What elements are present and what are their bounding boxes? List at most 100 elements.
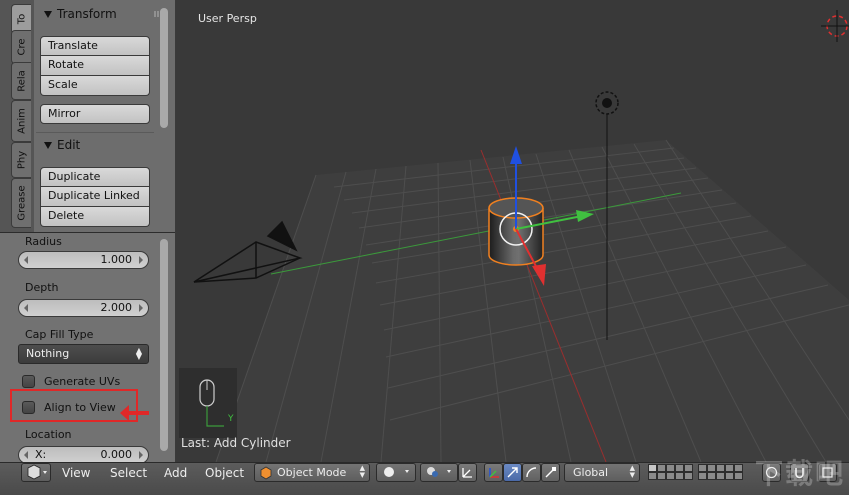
scale-manipulator-button[interactable]: [541, 463, 560, 482]
tool-shelf-scrollbar[interactable]: [160, 8, 168, 128]
axis-icon: [489, 468, 499, 478]
generate-uvs-checkbox[interactable]: [22, 375, 35, 388]
object-mode-icon: [260, 466, 272, 480]
radius-label: Radius: [25, 235, 62, 248]
increment-arrow-icon[interactable]: [139, 256, 143, 264]
updown-chevron-icon: ▲ ▼: [629, 464, 635, 479]
orientation-label: Global: [573, 466, 609, 479]
floor-grid: [215, 139, 849, 462]
layer-button[interactable]: [684, 464, 693, 472]
translate-button[interactable]: Translate: [40, 36, 150, 56]
layer-buttons: [648, 463, 748, 482]
tab-physics[interactable]: Phy: [11, 142, 31, 178]
cap-fill-type-select[interactable]: Nothing ▲ ▼: [18, 344, 149, 364]
last-operation-label: Last: Add Cylinder: [181, 436, 291, 450]
3d-viewport[interactable]: User Persp Y Last: Add Cylinder: [176, 0, 849, 462]
menu-object[interactable]: Object: [205, 466, 244, 480]
radius-field[interactable]: 1.000: [18, 251, 149, 269]
panel-title: Edit: [57, 138, 81, 152]
transform-panel-header[interactable]: Transform: [40, 3, 170, 25]
edit-panel-header[interactable]: Edit: [40, 134, 170, 156]
tab-create[interactable]: Cre: [11, 30, 31, 64]
layer-button[interactable]: [675, 472, 684, 480]
layer-button[interactable]: [675, 464, 684, 472]
tab-animation[interactable]: Anim: [11, 100, 31, 142]
layer-button[interactable]: [657, 464, 666, 472]
location-x-value: 0.000: [100, 448, 133, 461]
tab-label: Phy: [16, 150, 27, 170]
manipulator-icon: [462, 468, 472, 478]
layer-button[interactable]: [666, 464, 675, 472]
transform-orientation-select[interactable]: Global ▲ ▼: [564, 463, 640, 482]
mode-label: Object Mode: [277, 466, 347, 479]
duplicate-button[interactable]: Duplicate: [40, 167, 150, 187]
updown-chevron-icon: ▲ ▼: [135, 346, 142, 361]
pivot-point-select[interactable]: [420, 463, 458, 482]
location-label: Location: [25, 428, 72, 441]
viewport-shading-select[interactable]: [376, 463, 416, 482]
tab-grease-pencil[interactable]: Grease: [11, 178, 31, 228]
scale-icon: [545, 467, 556, 478]
3d-cursor-icon[interactable]: [821, 10, 849, 42]
menu-view[interactable]: View: [62, 466, 90, 480]
depth-label: Depth: [25, 281, 59, 294]
translate-manipulator-button[interactable]: [503, 463, 522, 482]
menu-add[interactable]: Add: [164, 466, 187, 480]
layer-button[interactable]: [648, 472, 657, 480]
operator-panel-scrollbar[interactable]: [160, 239, 168, 451]
rotate-button[interactable]: Rotate: [40, 56, 150, 76]
collapse-triangle-icon: [44, 141, 52, 149]
decrement-arrow-icon[interactable]: [24, 256, 28, 264]
layer-button[interactable]: [684, 472, 693, 480]
tool-tabs: To Cre Rela Anim Phy Grease: [0, 0, 35, 232]
tab-relations[interactable]: Rela: [11, 62, 31, 100]
radius-value: 1.000: [100, 253, 133, 266]
collapse-triangle-icon: [44, 10, 52, 18]
depth-value: 2.000: [100, 301, 133, 314]
tab-label: Rela: [16, 70, 27, 92]
mirror-button[interactable]: Mirror: [40, 104, 150, 124]
layer-button[interactable]: [725, 464, 734, 472]
increment-arrow-icon[interactable]: [139, 451, 143, 459]
layer-button[interactable]: [648, 464, 657, 472]
layer-button[interactable]: [734, 464, 743, 472]
depth-field[interactable]: 2.000: [18, 299, 149, 317]
layer-button[interactable]: [707, 464, 716, 472]
mode-select[interactable]: Object Mode ▲ ▼: [254, 463, 370, 482]
delete-button[interactable]: Delete: [40, 207, 150, 227]
scale-button[interactable]: Scale: [40, 76, 150, 96]
layer-button[interactable]: [716, 464, 725, 472]
view-label: User Persp: [198, 12, 257, 25]
cap-fill-value: Nothing: [26, 347, 70, 360]
layer-button[interactable]: [734, 472, 743, 480]
viewport-header: View Select Add Object Object Mode ▲ ▼ G…: [0, 462, 849, 495]
transform-axis-button[interactable]: [484, 463, 503, 482]
manipulator-toggle-button[interactable]: [458, 463, 477, 482]
operator-panel: Radius 1.000 Depth 2.000 Cap Fill Type N…: [0, 232, 175, 464]
axis-gizmo: Y: [179, 368, 237, 438]
duplicate-linked-button[interactable]: Duplicate Linked: [40, 187, 150, 207]
increment-arrow-icon[interactable]: [139, 304, 143, 312]
location-x-axis-label: X:: [35, 448, 47, 461]
layer-button[interactable]: [707, 472, 716, 480]
layer-button[interactable]: [698, 464, 707, 472]
decrement-arrow-icon[interactable]: [24, 451, 28, 459]
generate-uvs-row[interactable]: Generate UVs: [22, 375, 120, 388]
translate-arrow-icon: [507, 467, 518, 478]
viewport-scene: [193, 10, 849, 462]
layer-button[interactable]: [725, 472, 734, 480]
panel-divider: [36, 132, 154, 133]
decrement-arrow-icon[interactable]: [24, 304, 28, 312]
layer-button[interactable]: [666, 472, 675, 480]
tab-label: To: [16, 13, 27, 25]
gizmo-y-label: Y: [228, 414, 234, 424]
rotate-manipulator-button[interactable]: [522, 463, 541, 482]
layer-button[interactable]: [716, 472, 725, 480]
cap-fill-type-label: Cap Fill Type: [25, 328, 94, 341]
tab-label: Grease: [16, 185, 27, 221]
layer-button[interactable]: [698, 472, 707, 480]
rotate-arc-icon: [526, 467, 537, 478]
menu-select[interactable]: Select: [110, 466, 147, 480]
editor-type-button[interactable]: [21, 463, 51, 482]
layer-button[interactable]: [657, 472, 666, 480]
